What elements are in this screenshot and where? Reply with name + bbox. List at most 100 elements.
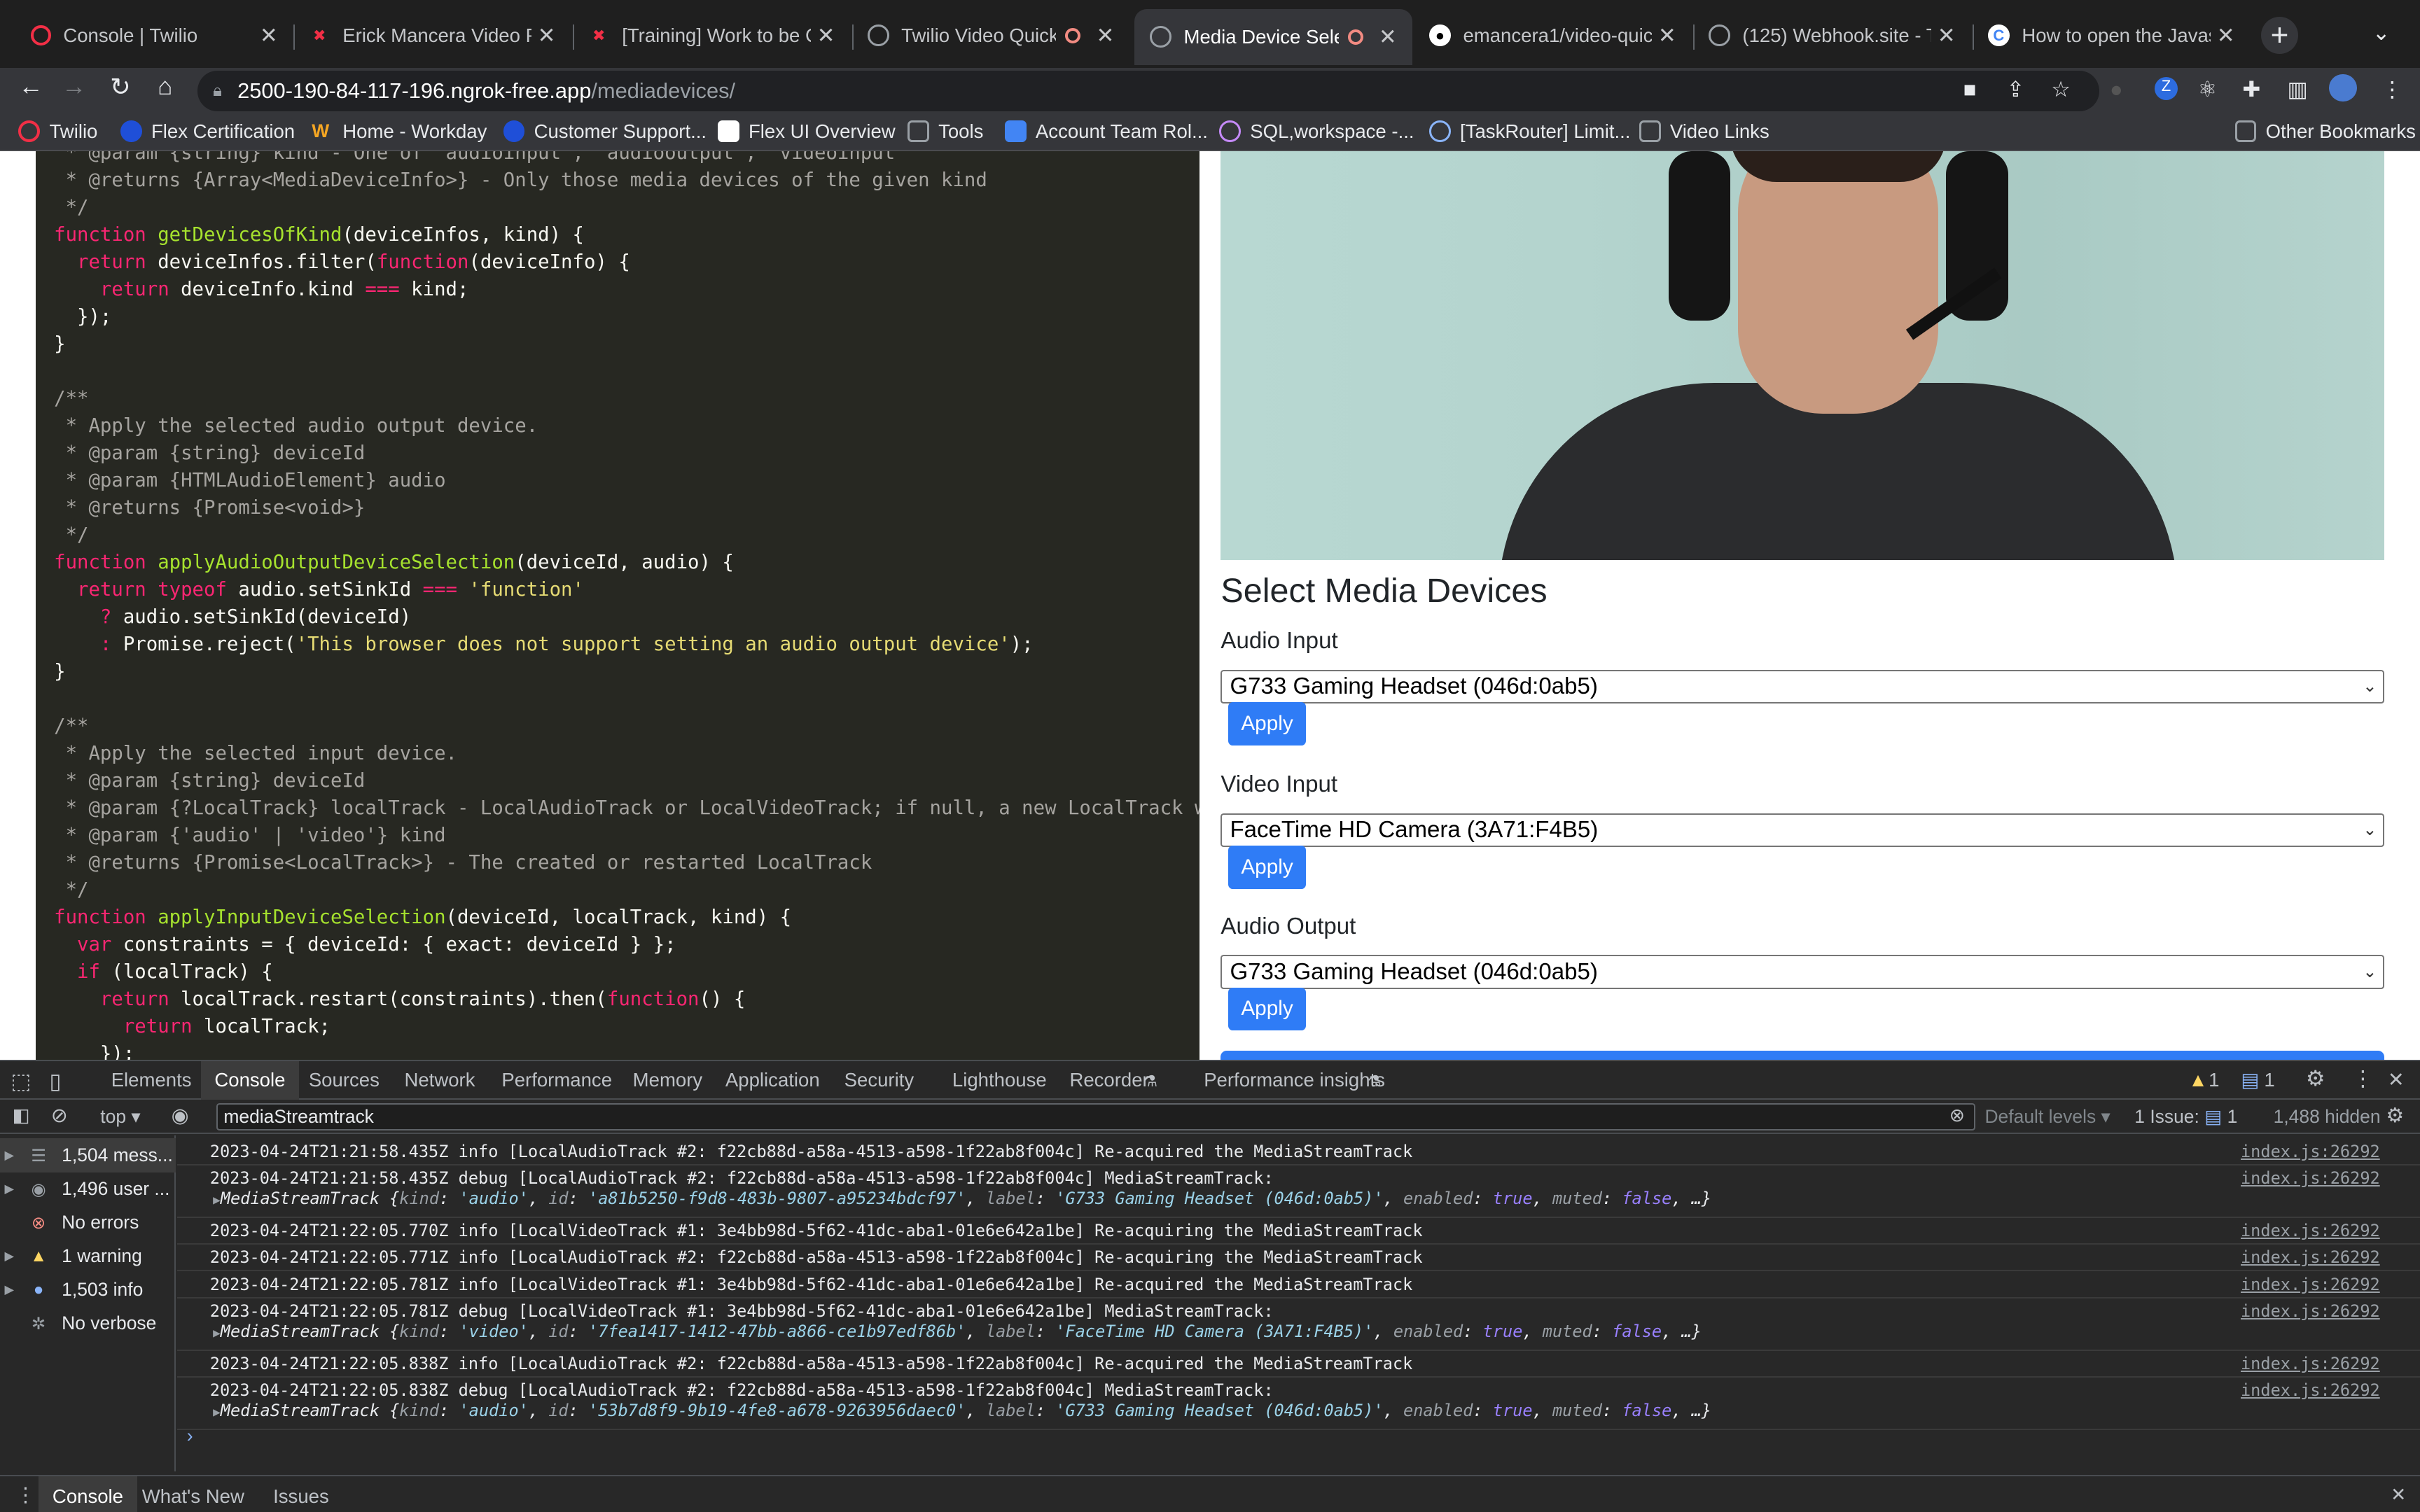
kebab-menu-icon[interactable]: ⋮ <box>2381 77 2403 102</box>
sidebar-item[interactable]: ▶ ▲ 1 warning <box>0 1240 176 1273</box>
source-link[interactable]: index.js:26292 <box>2241 1301 2380 1321</box>
bookmark-flex-ui-overview[interactable]: Flex UI Overview <box>717 120 896 143</box>
drawer-tab-console[interactable]: Console <box>39 1476 137 1512</box>
tab-webhook-site[interactable]: (125) Webhook.site - Te ✕ <box>1693 13 1971 59</box>
tab-erick-mancera[interactable]: ✖ Erick Mancera Video PTA ✕ <box>293 13 571 59</box>
source-link[interactable]: index.js:26292 <box>2241 1142 2380 1161</box>
side-panel-icon[interactable]: ▥ <box>2287 77 2307 102</box>
video-input-select[interactable]: FaceTime HD Camera (3A71:F4B5) ⌄ <box>1221 813 2385 848</box>
avatar[interactable] <box>2328 74 2357 102</box>
bookmark-other-bookmarks[interactable]: Other Bookmarks <box>2234 120 2416 143</box>
expand-arrow-icon[interactable]: ▶ <box>213 1194 221 1208</box>
apply-audio-output-button[interactable]: Apply <box>1228 987 1306 1031</box>
source-link[interactable]: index.js:26292 <box>2241 1247 2380 1267</box>
camera-icon[interactable]: ■ <box>1963 77 1977 102</box>
bookmark-folder-tools[interactable]: Tools <box>908 120 983 143</box>
tab-performance[interactable]: Performance <box>501 1069 612 1091</box>
tab-media-device-selection[interactable]: Media Device Selec ✕ <box>1134 9 1412 65</box>
bookmark-customer-support[interactable]: Customer Support... <box>503 120 707 143</box>
sidebar-item[interactable]: ⊗ No errors <box>0 1205 176 1239</box>
close-icon[interactable]: ✕ <box>1658 23 1676 48</box>
inspect-element-icon[interactable]: ⬚ <box>11 1069 31 1094</box>
tab-sources[interactable]: Sources <box>309 1069 380 1091</box>
bookmark-flex-certification[interactable]: Flex Certification <box>120 120 295 143</box>
tab-console[interactable]: Console <box>200 1061 300 1100</box>
drawer-tab-issues[interactable]: Issues <box>273 1485 329 1508</box>
back-icon[interactable]: ← <box>13 73 50 101</box>
eye-icon[interactable]: ◉ <box>172 1103 189 1128</box>
warning-icon[interactable]: ▲ <box>2188 1069 2207 1091</box>
tab-github-repo[interactable]: ● emancera1/video-quicks ✕ <box>1414 13 1692 59</box>
sidebar-toggle-icon[interactable]: ◧ <box>13 1105 30 1126</box>
source-link[interactable]: index.js:26292 <box>2241 1354 2380 1373</box>
tab-elements[interactable]: Elements <box>111 1069 192 1091</box>
tab-security[interactable]: Security <box>844 1069 915 1091</box>
close-icon[interactable]: ✕ <box>1938 23 1956 48</box>
sidebar-item[interactable]: ▶ ◉ 1,496 user ... <box>0 1172 176 1205</box>
log-levels-select[interactable]: Default levels ▾ <box>1984 1106 2110 1128</box>
sidebar-item[interactable]: ✲ No verbose <box>0 1307 176 1340</box>
apply-audio-input-button[interactable]: Apply <box>1228 701 1306 746</box>
kebab-menu-icon[interactable]: ⋮ <box>2352 1066 2374 1091</box>
bookmark-folder-video-links[interactable]: Video Links <box>1639 120 1769 143</box>
tab-recorder[interactable]: Recorder <box>1069 1069 1148 1091</box>
tab-network[interactable]: Network <box>404 1069 475 1091</box>
expand-arrow-icon[interactable]: ▶ <box>213 1326 221 1340</box>
bookmark-account-team[interactable]: Account Team Rol... <box>1004 120 1208 143</box>
reload-icon[interactable]: ↻ <box>102 73 139 102</box>
source-link[interactable]: index.js:26292 <box>2241 1275 2380 1294</box>
partially-visible-button[interactable] <box>1221 1050 2385 1060</box>
extension-dark-icon[interactable]: ● <box>2110 77 2123 102</box>
close-icon[interactable]: ✕ <box>2217 23 2235 48</box>
console-filter-input[interactable]: mediaStreamtrack <box>216 1102 1976 1131</box>
message-icon[interactable]: ▤ <box>2241 1069 2259 1091</box>
object-preview[interactable]: ▶MediaStreamTrack {kind: 'audio', id: 'a… <box>213 1189 1711 1208</box>
close-icon[interactable]: ✕ <box>1097 23 1115 48</box>
close-icon[interactable]: ✕ <box>538 23 556 48</box>
bookmark-workday[interactable]: W Home - Workday <box>312 120 487 143</box>
drawer-tab-whats-new[interactable]: What's New <box>142 1485 244 1508</box>
share-icon[interactable]: ⇪ <box>2006 77 2024 102</box>
close-icon[interactable]: ✕ <box>1379 24 1397 50</box>
gear-icon[interactable]: ⚙ <box>2306 1066 2325 1091</box>
console-prompt-icon[interactable]: › <box>187 1425 193 1447</box>
clear-console-icon[interactable]: ⊘ <box>51 1103 68 1128</box>
address-bar[interactable]: 🔒︎ 2500-190-84-117-196.ngrok-free.app/me… <box>197 71 2099 111</box>
source-link[interactable]: index.js:26292 <box>2241 1380 2380 1400</box>
clear-filter-icon[interactable]: ⊗ <box>1949 1105 1965 1126</box>
new-tab-button[interactable]: + <box>2261 17 2298 55</box>
audio-output-select[interactable]: G733 Gaming Headset (046d:0ab5) ⌄ <box>1221 955 2385 989</box>
audio-input-select[interactable]: G733 Gaming Headset (046d:0ab5) ⌄ <box>1221 669 2385 704</box>
sidebar-item[interactable]: ▶ ☰ 1,504 mess... <box>0 1138 176 1172</box>
object-preview[interactable]: ▶MediaStreamTrack {kind: 'audio', id: '5… <box>213 1401 1711 1420</box>
tab-twilio-video-quickstart[interactable]: Twilio Video QuickSt ✕ <box>852 13 1130 59</box>
tab-how-to-open-javascript[interactable]: C How to open the Javasc ✕ <box>1973 13 2251 59</box>
close-icon[interactable]: ✕ <box>2388 1068 2405 1092</box>
tab-training[interactable]: ✖ [Training] Work to be Co ✕ <box>573 13 851 59</box>
bookmark-sql-workspace[interactable]: SQL,workspace -... <box>1219 120 1414 143</box>
sidebar-item[interactable]: ▶ ● 1,503 info <box>0 1273 176 1307</box>
console-settings-icon[interactable]: ⚙ <box>2386 1103 2405 1128</box>
bookmark-taskrouter[interactable]: [TaskRouter] Limit... <box>1428 120 1630 143</box>
object-preview[interactable]: ▶MediaStreamTrack {kind: 'video', id: '7… <box>213 1322 1702 1341</box>
issues-button[interactable]: 1 Issue: ▤ 1 <box>2134 1106 2237 1128</box>
react-devtools-icon[interactable]: ⚛ <box>2198 77 2218 102</box>
close-icon[interactable]: ✕ <box>260 23 278 48</box>
zoom-extension-icon[interactable]: Z <box>2154 77 2178 101</box>
source-link[interactable]: index.js:26292 <box>2241 1221 2380 1240</box>
forward-icon[interactable]: → <box>55 73 92 101</box>
tab-performance-insights[interactable]: Performance insights <box>1204 1069 1385 1091</box>
expand-arrow-icon[interactable]: ▶ <box>0 1249 18 1264</box>
tab-lighthouse[interactable]: Lighthouse <box>952 1069 1047 1091</box>
bookmark-twilio[interactable]: Twilio <box>18 120 97 143</box>
apply-video-input-button[interactable]: Apply <box>1228 845 1306 889</box>
close-drawer-icon[interactable]: ✕ <box>2391 1484 2406 1506</box>
tab-search-icon[interactable]: ⌄ <box>2372 20 2391 46</box>
home-icon[interactable]: ⌂ <box>146 73 183 101</box>
context-select[interactable]: top ▾ <box>100 1106 140 1128</box>
star-icon[interactable]: ☆ <box>2051 77 2071 102</box>
tab-console-twilio[interactable]: Console | Twilio ✕ <box>15 13 293 59</box>
expand-arrow-icon[interactable]: ▶ <box>0 1282 18 1297</box>
expand-arrow-icon[interactable]: ▶ <box>0 1182 18 1196</box>
close-icon[interactable]: ✕ <box>817 23 835 48</box>
